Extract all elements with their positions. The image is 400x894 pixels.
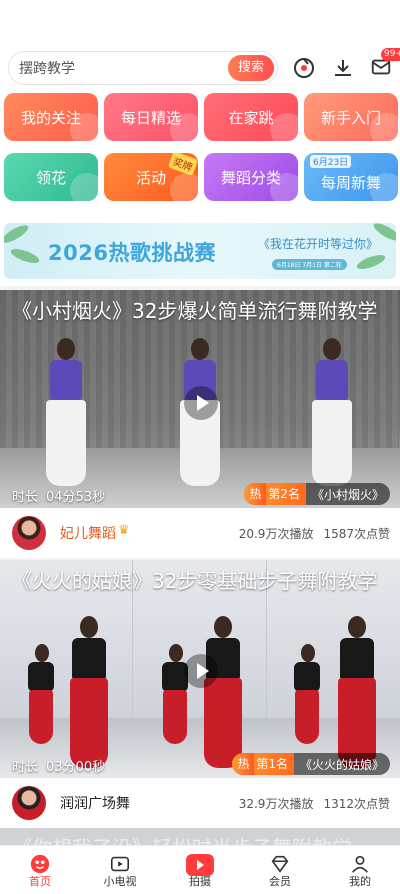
search-button[interactable]: 搜索 <box>227 55 274 81</box>
tile-get-flowers[interactable]: 领花 <box>4 153 98 201</box>
author-row-1: 妃儿舞蹈 ♛ 20.9万次播放 1587次点赞 <box>0 508 400 558</box>
video-card-2[interactable]: 《火火的姑娘》32步零基础步子舞附教学 时长 03分00秒 热 第1名 《火火的姑… <box>0 560 400 778</box>
tab-shoot[interactable]: 拍摄 <box>160 846 240 894</box>
crown-icon: ♛ <box>118 523 130 538</box>
record-disc-icon[interactable] <box>292 56 316 80</box>
top-bar: 摆跨教学 搜索 99+ <box>0 46 400 90</box>
banner-pager <box>191 272 212 279</box>
profile-icon <box>352 855 368 873</box>
video-duration: 时长 03分00秒 <box>12 760 106 775</box>
tile-my-follow[interactable]: 我的关注 <box>4 93 98 141</box>
avatar[interactable] <box>12 786 46 820</box>
mail-badge: 99+ <box>381 48 400 61</box>
weekly-date-tag: 6月23日 <box>310 155 352 168</box>
hot-icon: 热 <box>232 753 255 775</box>
vip-diamond-icon <box>271 855 289 873</box>
author-row-2: 润润广场舞 32.9万次播放 1312次点赞 <box>0 778 400 828</box>
play-icon[interactable] <box>184 386 218 420</box>
banner-title: 2026热歌挑战赛 <box>48 241 216 265</box>
tab-profile[interactable]: 我的 <box>320 846 400 894</box>
camera-icon <box>186 854 214 876</box>
tile-weekly-new-dance[interactable]: 6月23日 每周新舞 <box>304 153 398 201</box>
search-box[interactable]: 摆跨教学 搜索 <box>8 51 278 85</box>
author-name[interactable]: 妃儿舞蹈 <box>60 523 116 543</box>
play-icon[interactable] <box>184 654 218 688</box>
author-name[interactable]: 润润广场舞 <box>60 793 130 813</box>
tv-icon <box>110 856 130 872</box>
hot-icon: 热 <box>244 483 267 505</box>
hot-rank-badge[interactable]: 热 第1名 《火火的姑娘》 <box>232 753 390 775</box>
search-input[interactable]: 摆跨教学 <box>19 58 75 78</box>
tile-beginner[interactable]: 新手入门 <box>304 93 398 141</box>
category-grid: 我的关注 每日精选 在家跳 新手入门 领花 活动 奖牌 舞蹈分类 6月23日 每… <box>0 90 400 317</box>
video-stats: 32.9万次播放 1312次点赞 <box>238 796 390 811</box>
download-icon[interactable] <box>331 56 355 80</box>
tab-home[interactable]: 首页 <box>0 846 80 894</box>
video-duration: 时长 04分53秒 <box>12 490 106 505</box>
hot-rank-badge[interactable]: 热 第2名 《小村烟火》 <box>244 483 390 505</box>
tile-daily-picks[interactable]: 每日精选 <box>104 93 198 141</box>
video-stats: 20.9万次播放 1587次点赞 <box>238 526 390 541</box>
video-title: 《火火的姑娘》32步零基础步子舞附教学 <box>12 569 378 593</box>
banner-date: 6月18日 7月1日 第二轮 <box>272 259 347 270</box>
avatar[interactable] <box>12 516 46 550</box>
tile-dance-categories[interactable]: 舞蹈分类 <box>204 153 298 201</box>
tile-dance-at-home[interactable]: 在家跳 <box>204 93 298 141</box>
bottom-tab-bar: 首页 小电视 拍摄 会员 我的 <box>0 845 400 894</box>
tab-mini-tv[interactable]: 小电视 <box>80 846 160 894</box>
video-title: 《小村烟火》32步爆火简单流行舞附教学 <box>12 299 378 323</box>
status-bar <box>0 0 400 46</box>
banner-subtitle: 《我在花开时等过你》 <box>258 237 379 251</box>
challenge-banner[interactable]: 2026热歌挑战赛 《我在花开时等过你》 6月18日 7月1日 第二轮 <box>4 223 396 279</box>
mail-icon[interactable]: 99+ <box>370 48 400 80</box>
video-card-1[interactable]: 《小村烟火》32步爆火简单流行舞附教学 时长 04分53秒 热 第2名 《小村烟火… <box>0 290 400 508</box>
banner-section: 2026热歌挑战赛 《我在花开时等过你》 6月18日 7月1日 第二轮 <box>0 218 400 286</box>
tab-vip[interactable]: 会员 <box>240 846 320 894</box>
tile-activity[interactable]: 活动 奖牌 <box>104 153 198 201</box>
home-icon <box>30 854 50 874</box>
